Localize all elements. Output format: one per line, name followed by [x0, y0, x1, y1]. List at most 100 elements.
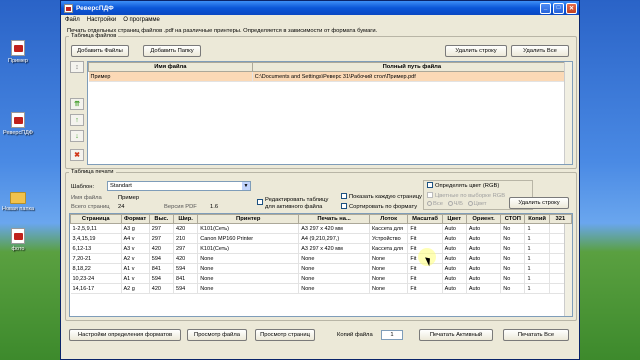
table-row[interactable]: 3,4,15,19 A4 v 297 210 Canon MP160 Printer A4…: [70, 233, 573, 244]
add-files-button[interactable]: Добавить Файлы: [71, 45, 129, 57]
move-up-icon[interactable]: ↑: [70, 114, 84, 126]
print-cell: None: [298, 273, 370, 284]
file-name-label: Имя файла: [71, 195, 102, 201]
col-full-path[interactable]: Полный путь файла: [251, 62, 573, 72]
print-scrollbar[interactable]: [564, 224, 572, 316]
print-cell: None: [298, 283, 370, 294]
print-cell: Auto: [466, 223, 502, 234]
table-row[interactable]: 8,18,22 A1 v 841 594 None None None Fit Auto Auto…: [70, 263, 573, 274]
print-cell: 1: [524, 273, 550, 284]
col-file-name[interactable]: Имя файла: [88, 62, 253, 72]
sort-by-format-checkbox[interactable]: Сортировать по формату: [341, 203, 417, 210]
print-cell: Auto: [442, 223, 467, 234]
minimize-button[interactable]: _: [540, 2, 551, 14]
print-cell: 841: [149, 263, 175, 274]
col-print-on[interactable]: Печать на...: [298, 214, 370, 224]
title-bar[interactable]: РеверсПДФ _ □ ✕: [61, 1, 579, 15]
print-cell: 420: [173, 253, 199, 264]
col-page[interactable]: Страница: [70, 214, 122, 224]
print-cell: Canon MP160 Printer: [197, 233, 300, 244]
show-each-page-checkbox[interactable]: Показать каждую страницу: [341, 193, 422, 200]
print-cell: None: [369, 283, 409, 294]
print-cell: A4 v: [121, 233, 150, 244]
col-color[interactable]: Цвет: [441, 214, 467, 224]
col-321[interactable]: 321: [548, 214, 573, 224]
table-row[interactable]: Пример C:\Documents and Settings\Реверс …: [88, 71, 573, 82]
maximize-button[interactable]: □: [553, 2, 564, 14]
file-name-cell: Пример: [88, 71, 253, 82]
edit-table-checkbox[interactable]: Редактировать таблицу для активного файл…: [257, 197, 337, 210]
total-pages-label: Всего страниц: [71, 204, 110, 210]
desktop-icon-photo[interactable]: фото: [0, 228, 43, 252]
color-mode-radios: Все Ч/Б Цвет: [424, 201, 487, 207]
pdf-app-icon: [11, 112, 25, 128]
print-cell: No: [500, 253, 526, 264]
pdf-version-label: Версия PDF: [164, 204, 197, 210]
table-row[interactable]: 14,16-17 A2 g 420 594 None None None Fit Auto Aut…: [70, 283, 573, 294]
table-row[interactable]: 10,23-24 A1 v 594 841 None None None Fit Auto Aut…: [70, 273, 573, 284]
print-all-button[interactable]: Печатать Все: [503, 329, 569, 341]
add-folder-button[interactable]: Добавить Папку: [143, 45, 201, 57]
close-button[interactable]: ✕: [566, 2, 577, 14]
col-scale[interactable]: Масштаб: [407, 214, 443, 224]
print-cell: 1: [524, 243, 550, 254]
template-select[interactable]: Standart ▼: [107, 181, 251, 191]
print-cell: 3,4,15,19: [70, 233, 122, 244]
desktop-icon-reversepdf[interactable]: РеверсПДФ: [0, 112, 43, 136]
files-scrollbar[interactable]: [564, 62, 572, 164]
delete-all-files-button[interactable]: Удалить Все: [511, 45, 569, 57]
print-cell: None: [369, 253, 409, 264]
print-cell: None: [369, 263, 409, 274]
delete-print-row-button[interactable]: Удалить строку: [509, 197, 569, 209]
radio-color[interactable]: [467, 201, 473, 206]
menu-about[interactable]: О программе: [123, 17, 160, 23]
print-cell: 841: [173, 273, 199, 284]
folder-icon: [10, 192, 26, 204]
table-row[interactable]: 6,12-13 A3 v 420 297 K101(Сеть) A3 297 x 420 …: [70, 243, 573, 254]
delete-file-row-button[interactable]: Удалить строку: [445, 45, 507, 57]
print-cell: Устройство: [369, 233, 409, 244]
view-file-button[interactable]: Просмотр файла: [187, 329, 247, 341]
print-table: Страница Формат Выс. Шир. Принтер Печать…: [69, 213, 573, 317]
table-row[interactable]: 1-2,5,9,11 A3 g 297 420 K101(Сеть) A3 297 x 4…: [70, 223, 573, 234]
col-orientation[interactable]: Ориент.: [465, 214, 502, 224]
copies-input[interactable]: 1: [381, 330, 403, 340]
move-top-icon[interactable]: ⇈: [70, 98, 84, 110]
print-cell: No: [500, 233, 526, 244]
format-settings-button[interactable]: Настройки определения форматов: [69, 329, 181, 341]
remove-icon[interactable]: ✖: [70, 149, 84, 161]
col-printer[interactable]: Принтер: [197, 214, 300, 224]
col-tray[interactable]: Лоток: [368, 214, 409, 224]
print-cell: 420: [173, 223, 199, 234]
desktop-icon-new-folder[interactable]: Новая папка: [0, 190, 43, 212]
print-cell: Auto: [466, 283, 502, 294]
color-by-rgb-checkbox[interactable]: Цветные по выборке RGB: [427, 192, 505, 199]
view-pages-button[interactable]: Просмотр страниц: [255, 329, 315, 341]
table-row[interactable]: 7,20-21 A2 v 594 420 None None None Fit Auto Auto…: [70, 253, 573, 264]
sort-az-icon[interactable]: ↕: [70, 61, 84, 73]
print-active-button[interactable]: Печатать Активный: [419, 329, 493, 341]
radio-all[interactable]: [427, 201, 432, 206]
col-height[interactable]: Выс.: [148, 214, 175, 224]
print-cell: K101(Сеть): [197, 243, 300, 254]
print-cell: 10,23-24: [70, 273, 122, 284]
chevron-down-icon[interactable]: ▼: [242, 182, 250, 190]
col-stop[interactable]: СТОП: [500, 214, 526, 224]
print-cell: 594: [149, 253, 175, 264]
menu-file[interactable]: Файл: [65, 17, 80, 23]
print-cell: None: [197, 263, 300, 274]
col-copies[interactable]: Копий: [524, 214, 550, 224]
print-cell: 14,16-17: [70, 283, 122, 294]
menu-settings[interactable]: Настройки: [87, 17, 116, 23]
col-width[interactable]: Шир.: [173, 214, 199, 224]
pdf-file-icon: [11, 40, 25, 56]
menu-bar: Файл Настройки О программе: [61, 15, 579, 25]
desktop-icon-example[interactable]: Пример: [0, 40, 43, 64]
radio-bw[interactable]: [447, 201, 453, 206]
print-cell: Fit: [407, 223, 443, 234]
move-down-icon[interactable]: ↓: [70, 130, 84, 142]
col-format[interactable]: Формат: [120, 214, 150, 224]
detect-color-checkbox[interactable]: Определять цвет (RGB): [427, 182, 499, 189]
print-cell: 6,12-13: [70, 243, 122, 254]
print-cell: A4 (9,210,297,): [298, 233, 370, 244]
